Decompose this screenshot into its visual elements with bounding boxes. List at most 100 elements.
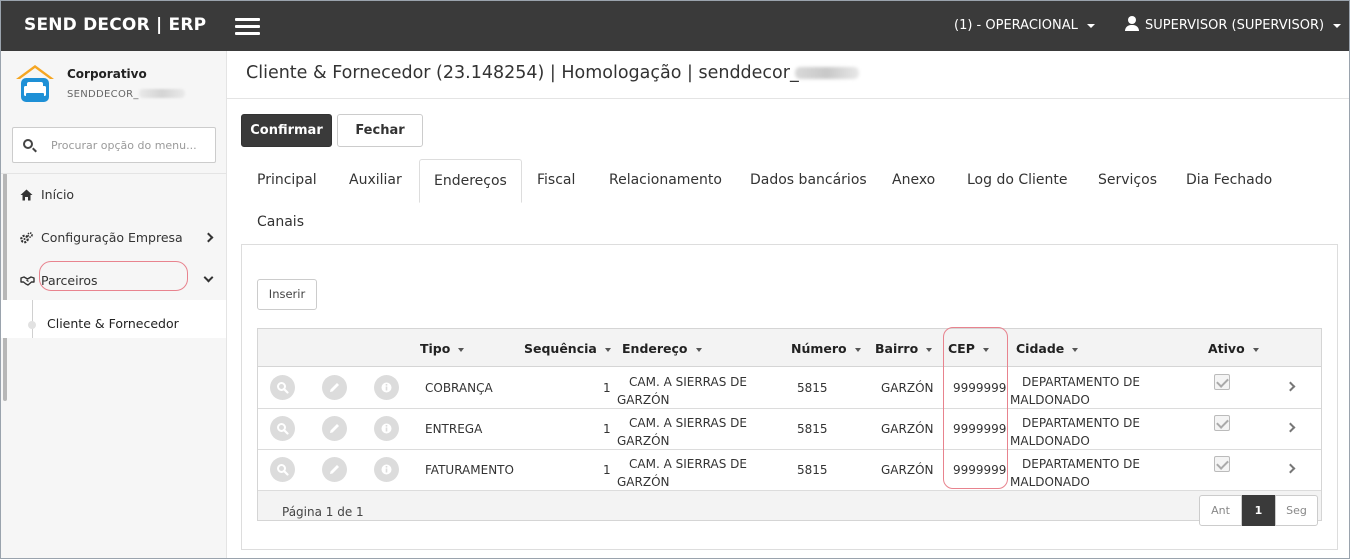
table-row[interactable]: FATURAMENTO 1 CAM. A SIERRAS DE GARZÓN 58… [258,450,1321,491]
search-icon [23,139,33,149]
caret-down-icon [1086,23,1095,28]
active-checkbox[interactable] [1214,456,1230,472]
current-page-button[interactable]: 1 [1242,495,1275,526]
view-button[interactable] [270,457,295,482]
edit-button[interactable] [322,457,347,482]
sort-icon [1072,347,1079,352]
chevron-right-icon[interactable] [1285,463,1296,474]
brand-title[interactable]: SEND DECOR | ERP [1,1,227,51]
tab-relacionamento[interactable]: Relacionamento [609,159,722,201]
company-name: Corporativo [67,67,147,81]
gears-icon [20,232,33,244]
handshake-icon [20,276,35,286]
pagination: Ant 1 Seg [1199,495,1318,526]
search-icon [277,382,289,394]
info-icon [381,382,392,393]
user-label: SUPERVISOR (SUPERVISOR) [1145,18,1325,33]
user-icon [1125,16,1139,31]
company-profile: Corporativo SENDDECOR_ [1,51,226,113]
edit-button[interactable] [322,375,347,400]
sidebar-item-inicio[interactable]: Início [1,174,226,216]
pencil-icon [330,383,339,392]
tab-principal[interactable]: Principal [257,159,317,201]
highlight-annotation [39,261,188,291]
cell-numero: 5815 [797,463,828,477]
active-checkbox[interactable] [1214,374,1230,390]
chevron-right-icon[interactable] [1285,422,1296,433]
sidebar-subitem-cliente-fornecedor[interactable]: Cliente & Fornecedor [1,300,226,338]
user-dropdown[interactable]: SUPERVISOR (SUPERVISOR) [1125,1,1342,51]
tab-enderecos[interactable]: Endereços [419,159,522,203]
info-button[interactable] [374,416,399,441]
column-header-numero[interactable]: Número [791,341,861,356]
column-header-ativo[interactable]: Ativo [1208,341,1259,356]
tab-anexo[interactable]: Anexo [892,159,935,201]
column-header-bairro[interactable]: Bairro [875,341,933,356]
hamburger-icon[interactable] [235,18,260,36]
grid-header: Tipo Sequência Endereço Número Bairro CE… [258,329,1321,367]
info-button[interactable] [374,457,399,482]
title-divider [227,98,1349,99]
next-page-button[interactable]: Seg [1275,495,1318,526]
prev-page-button[interactable]: Ant [1199,495,1242,526]
tab-log-do-cliente[interactable]: Log do Cliente [967,159,1068,201]
page-title: Cliente & Fornecedor (23.148254) | Homol… [246,63,859,83]
home-icon [20,189,33,201]
close-button[interactable]: Fechar [337,114,423,147]
cell-cep: 9999999 [953,463,1007,477]
insert-button[interactable]: Inserir [257,279,317,310]
column-header-tipo[interactable]: Tipo [420,341,465,356]
cell-sequencia: 1 [603,463,611,477]
sort-icon [604,347,611,352]
edit-button[interactable] [322,416,347,441]
tree-dot [28,321,36,329]
company-logo-icon [16,65,54,102]
column-header-cep[interactable]: CEP [948,341,989,356]
chevron-right-icon[interactable] [1285,381,1296,392]
caret-down-icon [1333,23,1342,28]
cell-cidade: DEPARTAMENTO DE MALDONADO [1010,416,1140,448]
cell-cep: 9999999 [953,381,1007,395]
sidebar: Corporativo SENDDECOR_ Início Configuraç… [1,51,227,558]
view-button[interactable] [270,416,295,441]
grid-footer: Página 1 de 1 Ant 1 Seg [258,491,1321,526]
sort-icon [854,347,861,352]
context-label: (1) - OPERACIONAL [954,18,1078,33]
column-header-sequencia[interactable]: Sequência [524,341,611,356]
sort-icon [1252,347,1259,352]
tab-fiscal[interactable]: Fiscal [537,159,575,201]
info-icon [381,464,392,475]
pencil-icon [330,465,339,474]
tab-dia-fechado[interactable]: Dia Fechado [1186,159,1272,201]
pencil-icon [330,424,339,433]
sort-icon [458,347,465,352]
cell-bairro: GARZÓN [881,463,934,477]
sidebar-item-label: Configuração Empresa [41,230,183,245]
tab-servicos[interactable]: Serviços [1098,159,1157,201]
table-row[interactable]: COBRANÇA 1 CAM. A SIERRAS DE GARZÓN 5815 … [258,368,1321,409]
active-checkbox[interactable] [1214,415,1230,431]
cell-numero: 5815 [797,381,828,395]
sort-icon [982,347,989,352]
tab-dados-bancarios[interactable]: Dados bancários [750,159,867,201]
column-header-cidade[interactable]: Cidade [1016,341,1079,356]
table-row[interactable]: ENTREGA 1 CAM. A SIERRAS DE GARZÓN 5815 G… [258,409,1321,450]
sidebar-subitem-label[interactable]: Cliente & Fornecedor [47,316,179,331]
context-dropdown[interactable]: (1) - OPERACIONAL [954,1,1095,51]
sidebar-item-label: Início [41,187,75,202]
sidebar-item-configuracao[interactable]: Configuração Empresa [1,217,226,259]
info-button[interactable] [374,375,399,400]
confirm-button[interactable]: Confirmar [241,114,332,147]
cell-cidade: DEPARTAMENTO DE MALDONADO [1010,457,1140,489]
sort-icon [926,347,933,352]
search-icon [277,423,289,435]
cell-bairro: GARZÓN [881,381,934,395]
tab-canais[interactable]: Canais [257,201,304,243]
column-header-endereco[interactable]: Endereço [622,341,702,356]
tab-auxiliar[interactable]: Auxiliar [349,159,402,201]
view-button[interactable] [270,375,295,400]
menu-search-input[interactable] [51,136,211,154]
cell-cidade: DEPARTAMENTO DE MALDONADO [1010,375,1140,407]
menu-search[interactable] [12,127,216,163]
chevron-right-icon [203,232,214,243]
